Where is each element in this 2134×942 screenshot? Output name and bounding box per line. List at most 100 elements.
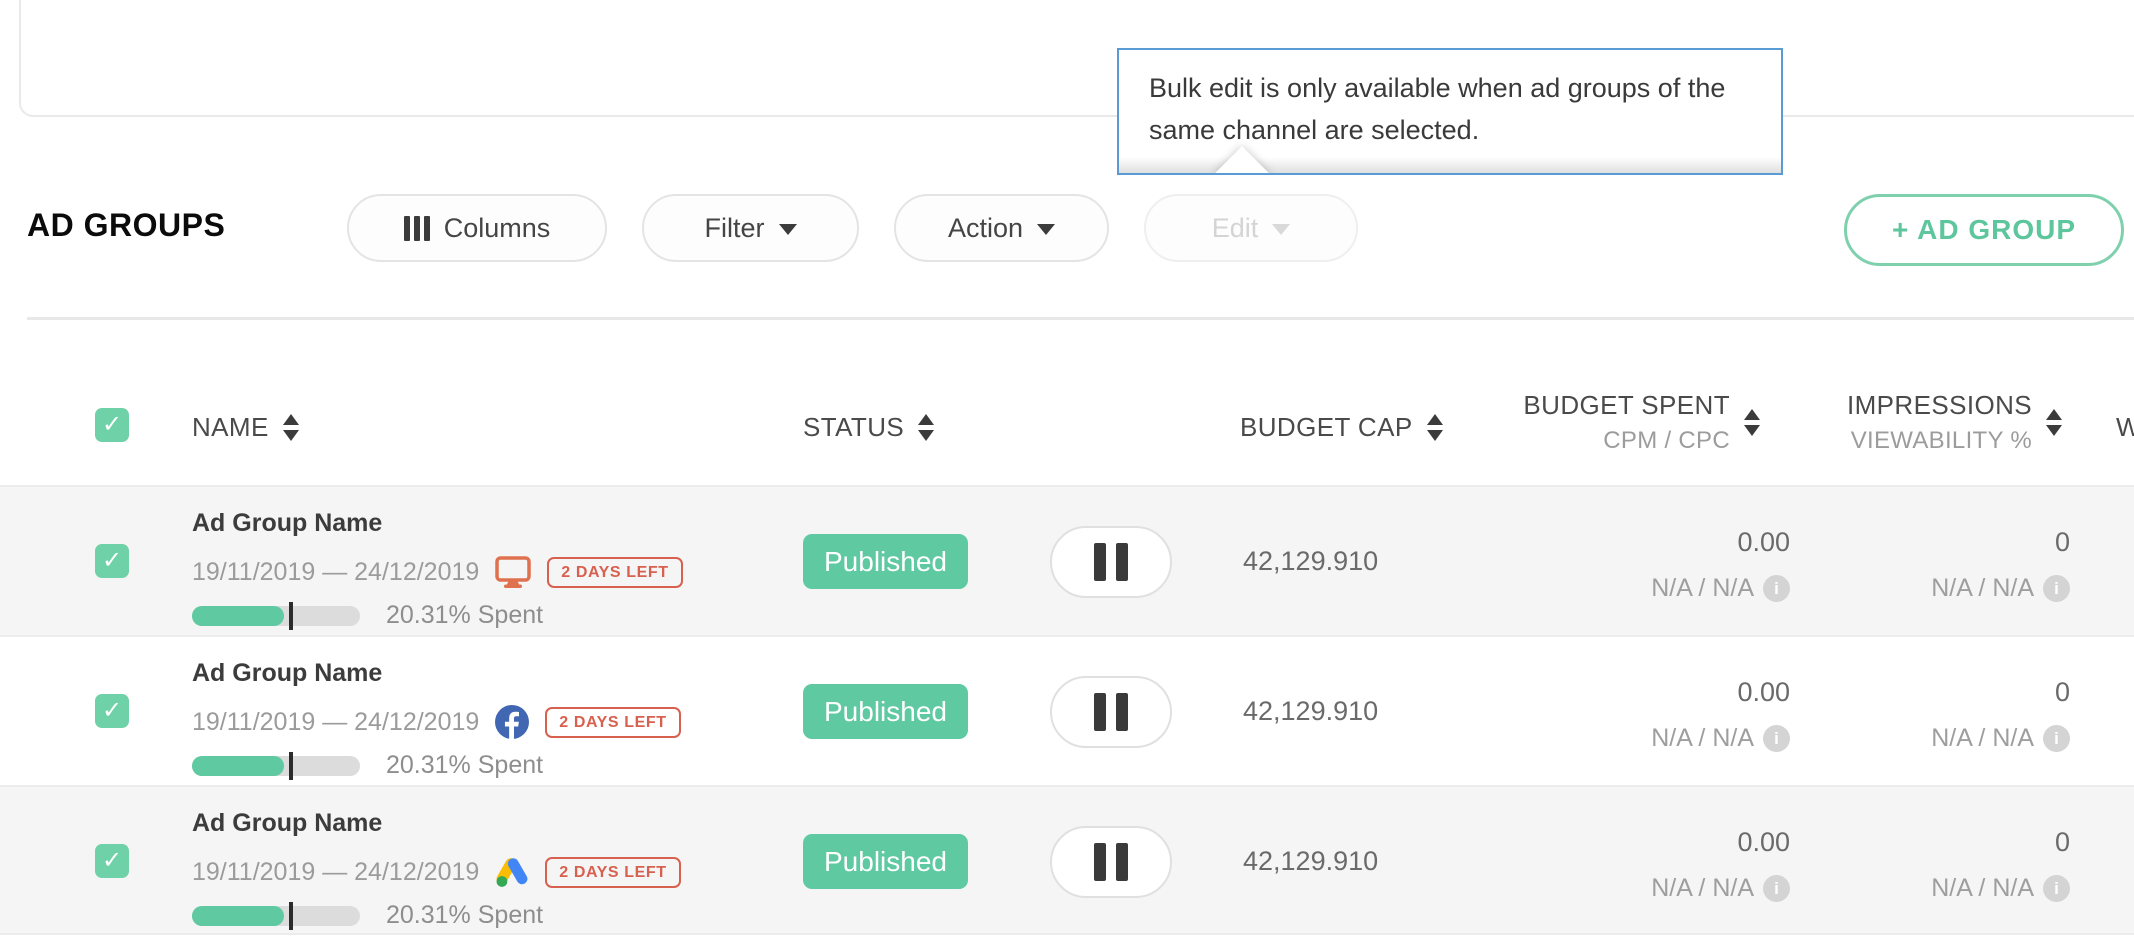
days-left-badge: 2 DAYS LEFT xyxy=(545,857,680,888)
budget-spent-cell: 0.00 N/A / N/A i xyxy=(1540,527,1790,603)
checkmark-icon: ✓ xyxy=(102,699,122,723)
sort-icon[interactable] xyxy=(2046,409,2062,436)
cpm-cpc-value: N/A / N/A xyxy=(1651,574,1754,603)
date-row: 19/11/2019 — 24/12/2019 2 DAYS LEFT xyxy=(192,703,681,741)
spent-label: 20.31% Spent xyxy=(386,751,543,780)
sort-icon[interactable] xyxy=(918,414,934,441)
column-header-label: IMPRESSIONS xyxy=(1800,390,2032,421)
column-header-label: BUDGET CAP xyxy=(1240,412,1413,443)
cpm-cpc-value: N/A / N/A xyxy=(1651,724,1754,753)
section-divider xyxy=(27,317,2134,320)
column-header-budget-spent[interactable]: BUDGET SPENT CPM / CPC xyxy=(1450,390,1760,455)
select-all-checkbox[interactable]: ✓ xyxy=(95,408,129,442)
progress-marker xyxy=(289,602,293,630)
budget-spent-cell: 0.00 N/A / N/A i xyxy=(1540,677,1790,753)
sort-icon[interactable] xyxy=(1427,414,1443,441)
ad-group-name[interactable]: Ad Group Name xyxy=(192,659,382,688)
budget-spent-value: 0.00 xyxy=(1540,677,1790,708)
progress-marker xyxy=(289,752,293,780)
column-header-status[interactable]: STATUS xyxy=(803,412,934,443)
progress-row: 20.31% Spent xyxy=(192,901,543,930)
status-badge: Published xyxy=(803,684,968,739)
row-checkbox[interactable]: ✓ xyxy=(95,694,129,728)
progress-row: 20.31% Spent xyxy=(192,601,543,630)
progress-bar xyxy=(192,756,360,776)
info-icon[interactable]: i xyxy=(2043,875,2070,902)
action-button[interactable]: Action xyxy=(894,194,1109,262)
toolbar: Columns Filter Action Edit xyxy=(347,194,1358,262)
columns-button[interactable]: Columns xyxy=(347,194,607,262)
budget-spent-value: 0.00 xyxy=(1540,827,1790,858)
tooltip-text: Bulk edit is only available when ad grou… xyxy=(1149,67,1749,151)
viewability-value: N/A / N/A xyxy=(1931,574,2034,603)
column-header-name[interactable]: NAME xyxy=(192,412,299,443)
date-row: 19/11/2019 — 24/12/2019 2 DAYS LEFT xyxy=(192,553,683,591)
budget-spent-value: 0.00 xyxy=(1540,527,1790,558)
action-button-label: Action xyxy=(948,213,1023,244)
impressions-cell: 0 N/A / N/A i xyxy=(1830,527,2070,603)
table-header: ✓ NAME STATUS BUDGET CAP BUDGET SPENT CP… xyxy=(0,390,2134,470)
page-title: AD GROUPS xyxy=(27,207,225,244)
pause-button[interactable] xyxy=(1050,526,1172,598)
budget-spent-cell: 0.00 N/A / N/A i xyxy=(1540,827,1790,903)
days-left-badge: 2 DAYS LEFT xyxy=(547,557,682,588)
ad-group-name[interactable]: Ad Group Name xyxy=(192,809,382,838)
columns-button-label: Columns xyxy=(444,213,551,244)
row-checkbox[interactable]: ✓ xyxy=(95,544,129,578)
info-icon[interactable]: i xyxy=(2043,725,2070,752)
table-row: ✓ Ad Group Name 19/11/2019 — 24/12/2019 … xyxy=(0,635,2134,785)
impressions-value: 0 xyxy=(1830,827,2070,858)
column-header-sublabel: CPM / CPC xyxy=(1450,427,1730,455)
pause-icon xyxy=(1094,543,1106,581)
status-badge: Published xyxy=(803,534,968,589)
column-header-budget-cap[interactable]: BUDGET CAP xyxy=(1240,412,1443,443)
pause-button[interactable] xyxy=(1050,676,1172,748)
progress-bar xyxy=(192,606,360,626)
column-header-impressions[interactable]: IMPRESSIONS VIEWABILITY % xyxy=(1800,390,2062,455)
edit-button-disabled[interactable]: Edit xyxy=(1144,194,1358,262)
viewability-value: N/A / N/A xyxy=(1931,874,2034,903)
chevron-down-icon xyxy=(1272,224,1290,235)
progress-bar xyxy=(192,906,360,926)
column-header-label: BUDGET SPENT xyxy=(1450,390,1730,421)
checkmark-icon: ✓ xyxy=(102,849,122,873)
status-badge: Published xyxy=(803,834,968,889)
info-icon[interactable]: i xyxy=(2043,575,2070,602)
row-checkbox[interactable]: ✓ xyxy=(95,844,129,878)
progress-fill xyxy=(192,606,284,626)
sort-icon[interactable] xyxy=(1744,409,1760,436)
spent-label: 20.31% Spent xyxy=(386,901,543,930)
filter-button[interactable]: Filter xyxy=(642,194,859,262)
budget-cap-value: 42,129.910 xyxy=(1243,546,1378,577)
ad-groups-table: ✓ Ad Group Name 19/11/2019 — 24/12/2019 … xyxy=(0,485,2134,935)
info-icon[interactable]: i xyxy=(1763,875,1790,902)
budget-cap-value: 42,129.910 xyxy=(1243,846,1378,877)
column-header-label: NAME xyxy=(192,412,269,443)
progress-fill xyxy=(192,756,284,776)
days-left-badge: 2 DAYS LEFT xyxy=(545,707,680,738)
impressions-cell: 0 N/A / N/A i xyxy=(1830,677,2070,753)
info-icon[interactable]: i xyxy=(1763,725,1790,752)
progress-marker xyxy=(289,902,293,930)
spent-label: 20.31% Spent xyxy=(386,601,543,630)
progress-row: 20.31% Spent xyxy=(192,751,543,780)
info-icon[interactable]: i xyxy=(1763,575,1790,602)
chevron-down-icon xyxy=(779,224,797,235)
pause-button[interactable] xyxy=(1050,826,1172,898)
add-ad-group-button[interactable]: + AD GROUP xyxy=(1844,194,2124,266)
date-range: 19/11/2019 — 24/12/2019 xyxy=(192,558,479,587)
cpm-cpc-value: N/A / N/A xyxy=(1651,874,1754,903)
column-header-label: STATUS xyxy=(803,412,904,443)
display-channel-icon xyxy=(495,556,531,588)
columns-icon xyxy=(404,216,430,241)
checkmark-icon: ✓ xyxy=(102,413,122,437)
pause-icon xyxy=(1094,693,1106,731)
ad-group-name[interactable]: Ad Group Name xyxy=(192,509,382,538)
facebook-channel-icon xyxy=(495,705,529,739)
pause-icon xyxy=(1094,843,1106,881)
filter-button-label: Filter xyxy=(705,213,765,244)
impressions-cell: 0 N/A / N/A i xyxy=(1830,827,2070,903)
impressions-value: 0 xyxy=(1830,677,2070,708)
date-row: 19/11/2019 — 24/12/2019 2 DAYS LEFT xyxy=(192,853,681,891)
sort-icon[interactable] xyxy=(283,414,299,441)
